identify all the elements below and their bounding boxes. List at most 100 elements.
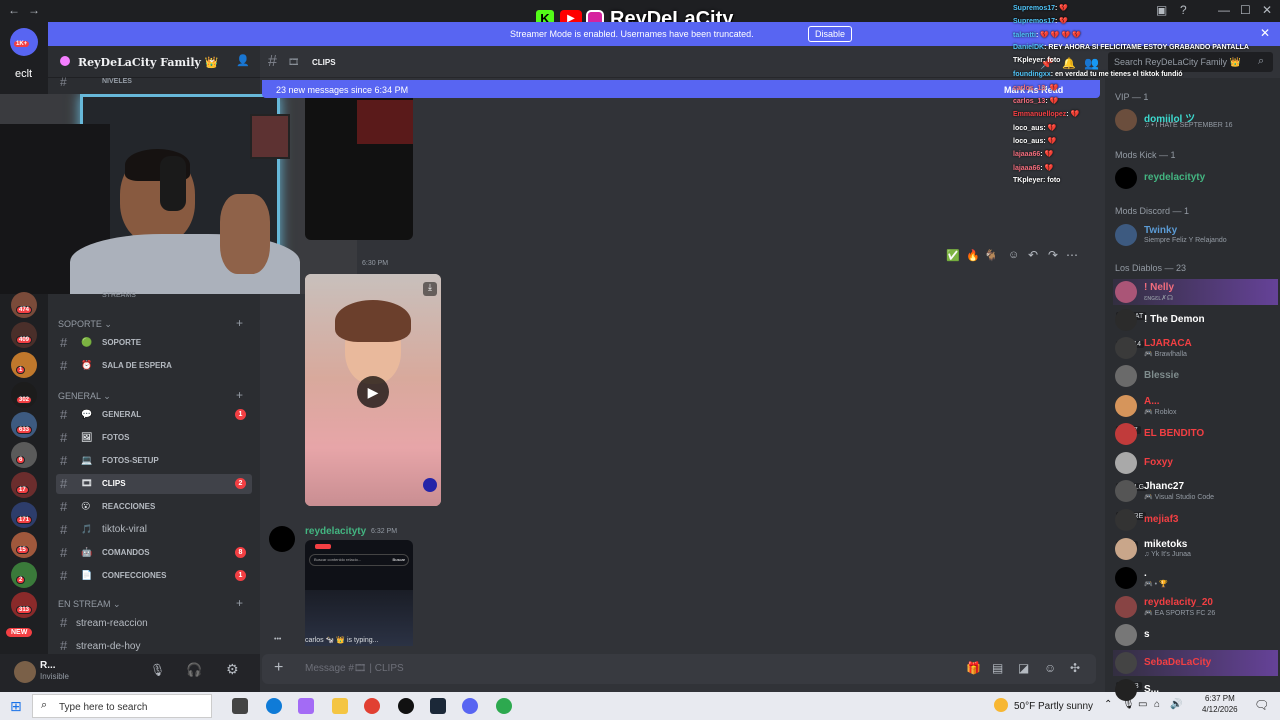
microphone-icon[interactable]: 🎙	[150, 663, 165, 677]
invite-user-icon[interactable]: 👤	[236, 54, 250, 67]
clock-date[interactable]: 4/12/2026	[1202, 705, 1238, 714]
server-header[interactable]: ReyDeLaCity Family 👑 ⌄ 👤	[48, 46, 260, 78]
obs-icon[interactable]	[398, 698, 414, 714]
member-item[interactable]: miketoks⚡ HF♫ Yk It's Junaa	[1113, 536, 1278, 562]
sticker-icon[interactable]: ◪	[1018, 661, 1029, 675]
server-icon[interactable]	[11, 442, 37, 468]
help-icon[interactable]: ?	[1180, 3, 1187, 17]
category-en-stream[interactable]: EN STREAM ⌄	[58, 599, 121, 610]
play-icon[interactable]: ▶	[357, 376, 389, 408]
add-channel-icon[interactable]: +	[236, 596, 243, 610]
file-explorer-icon[interactable]	[332, 698, 348, 714]
server-icon[interactable]	[11, 382, 37, 408]
windows-start-icon[interactable]: ⊞	[10, 698, 22, 715]
discord-icon[interactable]	[462, 698, 478, 714]
member-item[interactable]: . 🎮 • 🏆	[1113, 565, 1278, 591]
back-arrow-icon[interactable]: ←	[8, 3, 20, 17]
task-view-icon[interactable]	[232, 698, 248, 714]
search-input[interactable]: Search ReyDeLaCity Family 👑 ⌕	[1108, 52, 1273, 72]
server-icon[interactable]	[11, 352, 37, 378]
member-item[interactable]: s	[1113, 622, 1278, 648]
channel-item[interactable]: # stream-reaccion	[56, 613, 252, 633]
server-icon[interactable]	[11, 322, 37, 348]
close-window-button[interactable]: ✕	[1262, 3, 1272, 17]
channel-item[interactable]: # 🖼 FOTOS	[56, 428, 252, 448]
member-item[interactable]: S...⚡ FV3	[1113, 677, 1278, 703]
add-reaction-icon[interactable]: ☺	[1008, 249, 1019, 261]
server-icon[interactable]	[11, 412, 37, 438]
category-general[interactable]: GENERAL ⌄	[58, 391, 111, 402]
inbox-icon[interactable]: ▣	[1156, 3, 1167, 17]
server-icon[interactable]	[11, 502, 37, 528]
server-icon[interactable]	[11, 592, 37, 618]
channel-item[interactable]: # 💻 FOTOS-SETUP	[56, 451, 252, 471]
copilot-icon[interactable]	[298, 698, 314, 714]
reply-icon[interactable]: ↶	[1028, 248, 1038, 262]
member-item[interactable]: Foxyy	[1113, 450, 1278, 476]
new-servers-pill[interactable]: NEW	[6, 628, 33, 637]
minimize-button[interactable]: —	[1218, 3, 1230, 17]
emoji-reaction-icon[interactable]: 🐐	[984, 249, 998, 262]
member-item[interactable]: EL BENDITO🎖 67	[1113, 421, 1278, 447]
emoji-icon[interactable]: ☺	[1044, 661, 1056, 675]
steam-icon[interactable]	[430, 698, 446, 714]
chrome-icon[interactable]	[364, 698, 380, 714]
weather-text[interactable]: 50°F Partly sunny	[1014, 701, 1093, 712]
forward-arrow-icon[interactable]: →	[28, 3, 40, 17]
category-soporte[interactable]: SOPORTE ⌄	[58, 319, 112, 330]
disable-streamer-mode-button[interactable]: Disable	[808, 26, 853, 42]
member-item[interactable]: domiilol ツ ♫ • I HATE SEPTEMBER 16	[1113, 107, 1278, 133]
gif-icon[interactable]: ▤	[992, 661, 1003, 675]
member-item[interactable]: Twinky Siempre Feliz Y Relajando	[1113, 222, 1278, 248]
notification-icon[interactable]: 🔔	[1062, 57, 1076, 70]
channel-item[interactable]: # stream-de-hoy	[56, 636, 252, 656]
member-item[interactable]: mejiaf3🔥 LRE	[1113, 507, 1278, 533]
channel-streams-partial[interactable]: STREAMS	[102, 292, 136, 299]
new-messages-bar[interactable]: 23 new messages since 6:34 PM Mark As Re…	[262, 80, 1100, 98]
tray-chevron-icon[interactable]: ⌃	[1104, 699, 1112, 710]
fire-reaction-icon[interactable]: 🔥	[966, 249, 980, 262]
member-item[interactable]: Jhanc27💎 RLG🎮 Visual Studio Code	[1113, 478, 1278, 504]
server-icon[interactable]	[11, 532, 37, 558]
member-item[interactable]: SebaDeLaCity	[1113, 650, 1278, 676]
channel-item[interactable]: # 🤖 COMANDOS 8	[56, 543, 252, 563]
channel-item[interactable]: # 📄 CONFECCIONES 1	[56, 566, 252, 586]
channel-item[interactable]: # 😮 REACCIONES	[56, 497, 252, 517]
avatar[interactable]	[14, 661, 36, 683]
close-icon[interactable]: ✕	[1260, 26, 1270, 40]
add-channel-icon[interactable]: +	[236, 316, 243, 330]
channel-item[interactable]: # 🟢 SOPORTE	[56, 333, 252, 353]
member-item[interactable]: ! The Demon⚡GOAT	[1113, 307, 1278, 333]
server-icon[interactable]	[11, 472, 37, 498]
gear-icon[interactable]: ⚙	[226, 661, 239, 678]
channel-item[interactable]: # 🎵 tiktok-viral	[56, 520, 252, 540]
message-input[interactable]: Message #🎞 | CLIPS	[305, 663, 404, 674]
chrome-profile-icon[interactable]	[496, 698, 512, 714]
tiktok-video-attachment[interactable]: ⤓ ▶	[305, 274, 441, 506]
edge-icon[interactable]	[266, 698, 282, 714]
download-icon[interactable]: ⤓	[423, 282, 437, 296]
video-attachment[interactable]	[305, 98, 413, 240]
apps-icon[interactable]: ✣	[1070, 661, 1080, 675]
member-item[interactable]: ! Nelly ɛɴɢɛʟ✗☊	[1113, 279, 1278, 305]
video-attachment[interactable]: Buscar contenido relacio... Buscar	[305, 540, 413, 646]
add-channel-icon[interactable]: +	[236, 388, 243, 402]
member-item[interactable]: A... 🎮 Roblox	[1113, 393, 1278, 419]
headphones-icon[interactable]: 🎧	[186, 662, 202, 678]
forward-icon[interactable]: ↷	[1048, 248, 1058, 262]
more-options-icon[interactable]: ⋯	[1066, 248, 1078, 262]
add-attachment-icon[interactable]: +	[274, 659, 283, 677]
taskbar-search[interactable]: ⌕ Type here to search	[32, 694, 212, 718]
member-item[interactable]: LJARACAY 1314🎮 Brawlhalla	[1113, 335, 1278, 361]
member-list-icon[interactable]: 👥	[1084, 56, 1099, 70]
member-item[interactable]: reydelacity_20 🎮 EA SPORTS FC 26	[1113, 594, 1278, 620]
message-author[interactable]: reydelacityty	[305, 526, 366, 537]
maximize-button[interactable]: ☐	[1240, 3, 1251, 17]
member-item[interactable]: reydelacityty	[1113, 165, 1278, 191]
server-icon[interactable]	[11, 562, 37, 588]
server-icon[interactable]	[11, 292, 37, 318]
member-item[interactable]: Blessie	[1113, 363, 1278, 389]
avatar[interactable]	[269, 526, 295, 552]
channel-item[interactable]: # 💬 GENERAL 1	[56, 405, 252, 425]
channel-niveles[interactable]: # NIVELES	[56, 75, 252, 90]
